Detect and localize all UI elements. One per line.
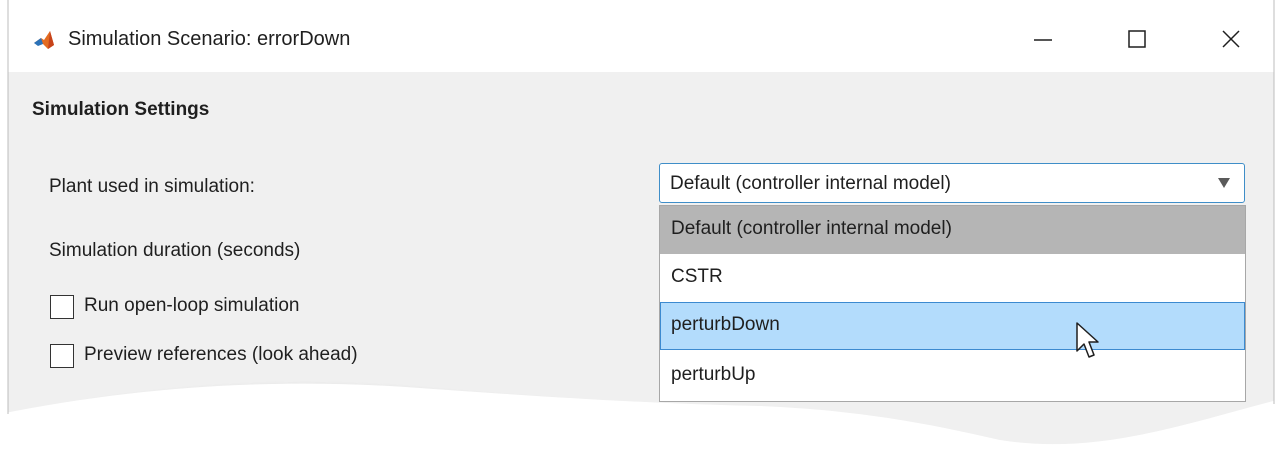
plant-label: Plant used in simulation: [49, 176, 255, 197]
plant-select-value: Default (controller internal model) [670, 173, 951, 194]
dropdown-option[interactable]: Default (controller internal model) [660, 206, 1245, 254]
open-loop-checkbox[interactable] [50, 295, 74, 319]
title-bar: Simulation Scenario: errorDown [8, 8, 1274, 72]
close-icon [1222, 30, 1240, 48]
preview-label[interactable]: Preview references (look ahead) [84, 344, 358, 366]
dropdown-option-hovered[interactable]: perturbDown [660, 302, 1245, 350]
maximize-button[interactable] [1110, 16, 1166, 64]
dropdown-option[interactable]: CSTR [660, 254, 1245, 302]
maximize-icon [1128, 30, 1146, 48]
close-button[interactable] [1204, 16, 1260, 64]
dialog-content: Simulation Settings Plant used in simula… [8, 72, 1274, 456]
section-title: Simulation Settings [32, 99, 210, 120]
minimize-button[interactable] [1016, 16, 1072, 64]
screenshot: Simulation Scenario: errorDown Simulatio… [0, 0, 1285, 456]
duration-label: Simulation duration (seconds) [49, 240, 301, 261]
dropdown-option[interactable]: perturbUp [660, 352, 1245, 400]
dropdown-option-label: CSTR [671, 266, 723, 287]
plant-dropdown-list: Default (controller internal model) CSTR… [659, 205, 1246, 402]
matlab-icon [32, 28, 56, 52]
dropdown-option-label: perturbUp [671, 364, 756, 385]
mouse-pointer-icon [1076, 322, 1099, 358]
dropdown-option-label: Default (controller internal model) [671, 218, 952, 239]
window-title: Simulation Scenario: errorDown [68, 28, 351, 50]
plant-select[interactable]: Default (controller internal model) [659, 163, 1245, 203]
dropdown-arrow-icon [1218, 178, 1230, 188]
dropdown-option-label: perturbDown [671, 314, 780, 335]
minimize-icon [1034, 39, 1052, 41]
open-loop-label[interactable]: Run open-loop simulation [84, 295, 299, 317]
preview-checkbox[interactable] [50, 344, 74, 368]
